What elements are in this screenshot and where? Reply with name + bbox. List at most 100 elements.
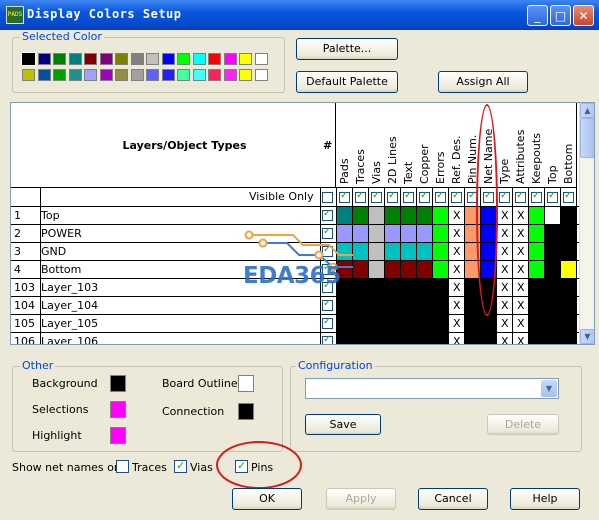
layer-color-cell[interactable] bbox=[417, 261, 432, 278]
layer-color-cell[interactable]: X bbox=[513, 315, 528, 332]
scroll-down-arrow-icon[interactable]: ▼ bbox=[580, 329, 594, 344]
layer-color-cell[interactable] bbox=[369, 225, 384, 242]
layer-color-cell[interactable] bbox=[529, 279, 544, 296]
connection-color-swatch[interactable] bbox=[238, 403, 254, 420]
layer-name[interactable]: Layer_103 bbox=[41, 281, 98, 294]
palette-swatch[interactable] bbox=[99, 53, 113, 65]
layer-color-cell[interactable] bbox=[417, 225, 432, 242]
background-color-swatch[interactable] bbox=[110, 375, 126, 392]
layer-color-cell[interactable] bbox=[417, 279, 432, 296]
layer-color-cell[interactable] bbox=[369, 261, 384, 278]
layer-name[interactable]: Layer_105 bbox=[41, 317, 98, 330]
layer-color-cell[interactable] bbox=[561, 225, 576, 242]
layer-color-cell[interactable]: X bbox=[497, 243, 512, 260]
palette-swatch[interactable] bbox=[115, 69, 128, 81]
cancel-button[interactable]: Cancel bbox=[418, 488, 488, 510]
layer-color-cell[interactable] bbox=[481, 315, 496, 332]
layer-color-cell[interactable] bbox=[433, 243, 448, 260]
layer-color-cell[interactable] bbox=[545, 297, 560, 314]
layer-name[interactable]: GND bbox=[41, 245, 66, 258]
column-visible-checkbox[interactable] bbox=[563, 190, 574, 203]
palette-swatch[interactable] bbox=[115, 53, 128, 65]
layer-color-cell[interactable] bbox=[545, 243, 560, 260]
layer-color-cell[interactable] bbox=[529, 297, 544, 314]
palette-swatch[interactable] bbox=[254, 53, 268, 65]
palette-swatch[interactable] bbox=[223, 69, 237, 81]
ok-button[interactable]: OK bbox=[232, 488, 302, 510]
column-visible-checkbox[interactable] bbox=[547, 190, 558, 203]
table-vertical-scrollbar[interactable]: ▲ ▼ bbox=[579, 103, 594, 344]
layer-color-cell[interactable] bbox=[561, 261, 576, 278]
column-visible-checkbox[interactable] bbox=[515, 190, 526, 203]
palette-swatch[interactable] bbox=[254, 69, 268, 81]
palette-swatch[interactable] bbox=[130, 53, 144, 65]
palette-swatch[interactable] bbox=[161, 69, 175, 81]
layer-color-cell[interactable] bbox=[529, 207, 544, 224]
layer-color-cell[interactable] bbox=[337, 333, 352, 344]
layer-color-cell[interactable]: X bbox=[497, 207, 512, 224]
palette-swatch[interactable] bbox=[37, 53, 51, 65]
vias-checkbox[interactable] bbox=[174, 459, 187, 473]
layer-color-cell[interactable]: X bbox=[449, 261, 464, 278]
layer-color-cell[interactable] bbox=[561, 315, 576, 332]
layer-color-cell[interactable] bbox=[337, 207, 352, 224]
layer-color-cell[interactable]: X bbox=[449, 333, 464, 344]
traces-checkbox[interactable] bbox=[116, 460, 129, 473]
palette-swatch[interactable] bbox=[208, 53, 221, 65]
palette-swatch[interactable] bbox=[37, 69, 51, 81]
column-visible-checkbox[interactable] bbox=[419, 190, 430, 203]
layer-color-cell[interactable] bbox=[417, 333, 432, 344]
palette-swatch[interactable] bbox=[68, 53, 82, 65]
scroll-up-arrow-icon[interactable]: ▲ bbox=[580, 103, 594, 118]
layer-color-cell[interactable]: X bbox=[497, 315, 512, 332]
layer-color-cell[interactable] bbox=[401, 243, 416, 260]
column-visible-checkbox[interactable] bbox=[387, 190, 398, 203]
layer-color-cell[interactable] bbox=[417, 297, 432, 314]
palette-swatch[interactable] bbox=[177, 69, 190, 81]
layer-color-cell[interactable]: X bbox=[497, 333, 512, 344]
layer-visible-checkbox[interactable] bbox=[322, 316, 333, 329]
layer-color-cell[interactable] bbox=[353, 297, 368, 314]
layer-color-cell[interactable] bbox=[561, 207, 576, 224]
save-button[interactable]: Save bbox=[305, 414, 381, 435]
layer-color-cell[interactable]: X bbox=[449, 279, 464, 296]
column-visible-checkbox[interactable] bbox=[355, 190, 366, 203]
column-visible-checkbox[interactable] bbox=[435, 190, 446, 203]
layer-color-cell[interactable] bbox=[337, 297, 352, 314]
layer-color-cell[interactable] bbox=[561, 243, 576, 260]
palette-swatch[interactable] bbox=[53, 69, 66, 81]
layer-color-cell[interactable] bbox=[401, 279, 416, 296]
palette-swatch[interactable] bbox=[177, 53, 190, 65]
layer-color-cell[interactable] bbox=[385, 333, 400, 344]
layer-name[interactable]: Layer_106 bbox=[41, 335, 98, 344]
layer-color-cell[interactable] bbox=[417, 243, 432, 260]
layer-color-cell[interactable] bbox=[417, 315, 432, 332]
apply-button[interactable]: Apply bbox=[326, 488, 396, 510]
layer-color-cell[interactable] bbox=[353, 315, 368, 332]
palette-swatch[interactable] bbox=[192, 53, 206, 65]
layer-color-cell[interactable] bbox=[465, 315, 480, 332]
layer-color-cell[interactable] bbox=[433, 297, 448, 314]
layer-color-cell[interactable] bbox=[561, 297, 576, 314]
palette-swatch[interactable] bbox=[223, 53, 237, 65]
layer-name[interactable]: Bottom bbox=[41, 263, 81, 276]
layer-color-cell[interactable] bbox=[433, 279, 448, 296]
layer-color-cell[interactable]: X bbox=[449, 315, 464, 332]
title-bar[interactable]: PADS Display Colors Setup _ □ ✕ bbox=[0, 0, 599, 30]
layer-color-cell[interactable]: X bbox=[497, 225, 512, 242]
layer-color-cell[interactable] bbox=[385, 225, 400, 242]
column-visible-checkbox[interactable] bbox=[403, 190, 414, 203]
palette-button[interactable]: Palette... bbox=[296, 38, 398, 60]
layer-color-cell[interactable] bbox=[401, 333, 416, 344]
layer-color-cell[interactable] bbox=[401, 297, 416, 314]
layer-color-cell[interactable] bbox=[545, 333, 560, 344]
layer-visible-checkbox[interactable] bbox=[322, 334, 333, 344]
selected-color-swatch[interactable] bbox=[21, 52, 36, 66]
maximize-button[interactable]: □ bbox=[550, 5, 571, 26]
layer-color-cell[interactable]: X bbox=[497, 297, 512, 314]
layer-color-cell[interactable] bbox=[385, 297, 400, 314]
palette-swatch[interactable] bbox=[239, 53, 252, 65]
layer-color-cell[interactable] bbox=[369, 207, 384, 224]
palette-swatch[interactable] bbox=[130, 69, 144, 81]
layer-color-cell[interactable]: X bbox=[449, 225, 464, 242]
